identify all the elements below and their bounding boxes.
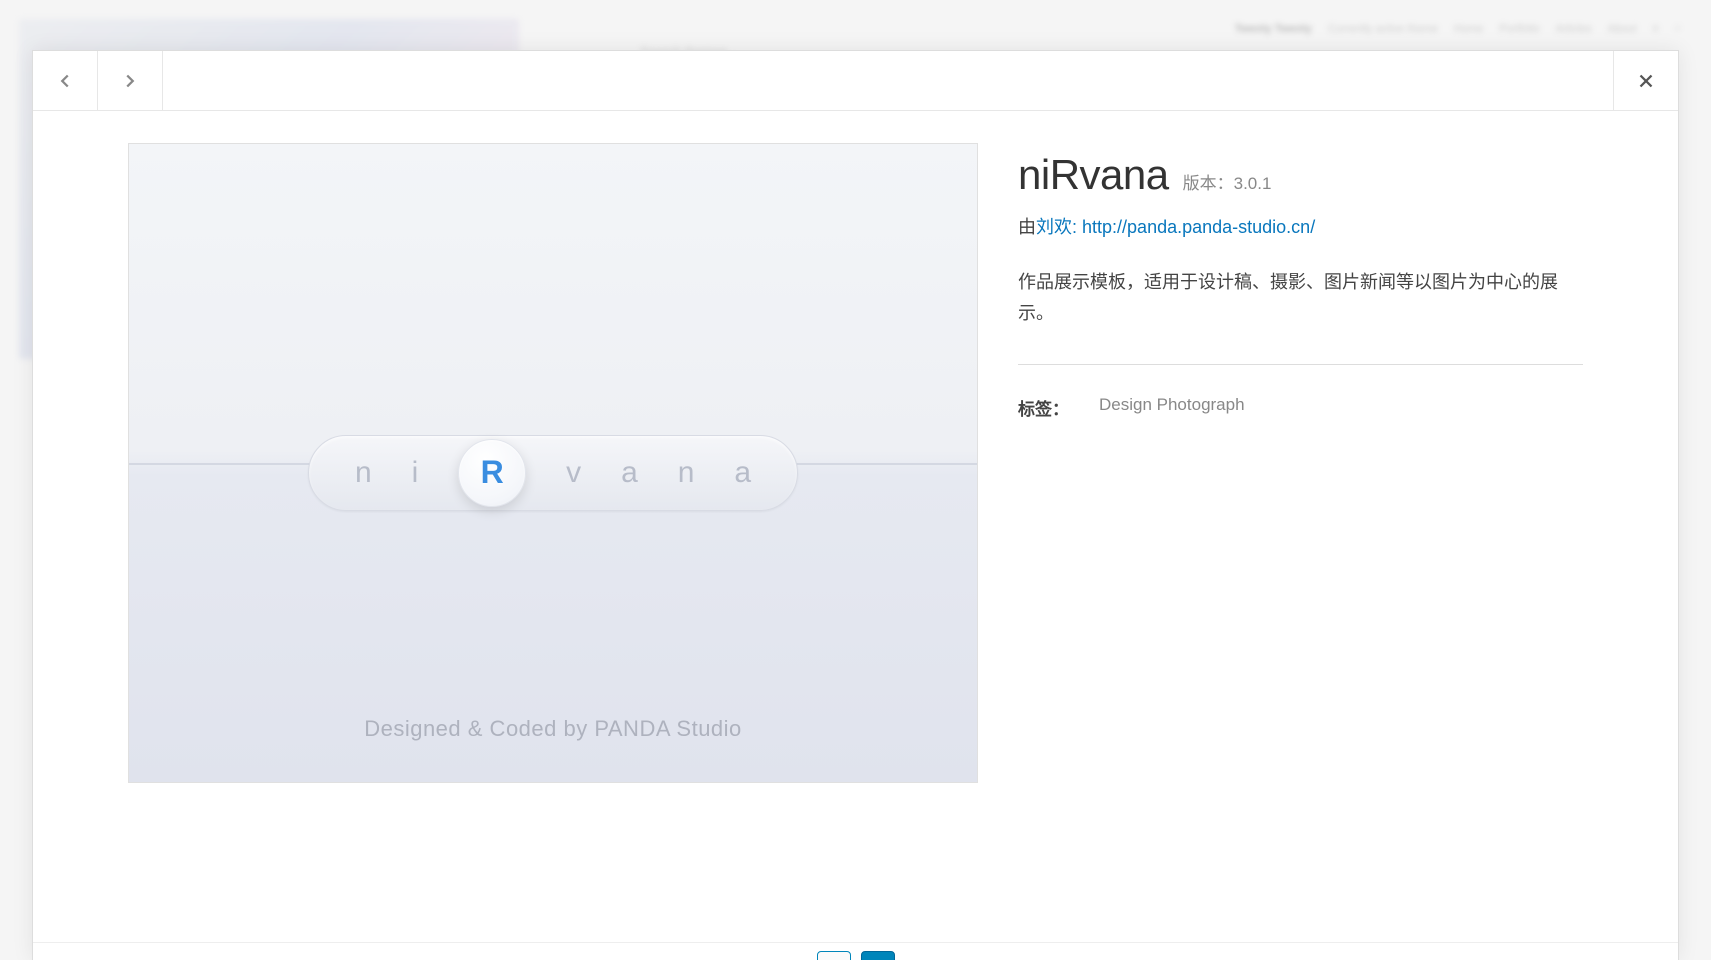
logo-letter: v xyxy=(566,456,581,490)
theme-description: 作品展示模板，适用于设计稿、摄影、图片新闻等以图片为中心的展示。 xyxy=(1018,267,1583,328)
modal-body: n i R v a n a Designed & Coded by PANDA … xyxy=(33,111,1678,942)
footer-primary-button[interactable] xyxy=(861,951,895,960)
modal-header xyxy=(33,51,1678,111)
logo-letter-highlight: R xyxy=(481,454,504,491)
close-button[interactable] xyxy=(1613,51,1678,110)
theme-details-panel: niRvana 版本：3.0.1 由刘欢: http://panda.panda… xyxy=(1018,143,1583,922)
logo-letter: n xyxy=(678,456,695,490)
theme-name: niRvana xyxy=(1018,151,1169,199)
by-prefix: 由 xyxy=(1018,217,1036,237)
close-icon xyxy=(1635,70,1657,92)
logo-letter: a xyxy=(621,456,638,490)
version-value: 3.0.1 xyxy=(1234,174,1272,193)
prev-theme-button[interactable] xyxy=(33,51,98,110)
logo-letter: i xyxy=(412,456,419,490)
next-theme-button[interactable] xyxy=(98,51,163,110)
author-url-sep: : xyxy=(1072,217,1082,237)
nav-group xyxy=(33,51,163,110)
theme-byline: 由刘欢: http://panda.panda-studio.cn/ xyxy=(1018,213,1583,239)
author-url: http://panda.panda-studio.cn/ xyxy=(1082,217,1315,237)
author-link[interactable]: 刘欢: http://panda.panda-studio.cn/ xyxy=(1036,217,1315,237)
footer-secondary-button[interactable] xyxy=(817,951,851,960)
logo-highlight-circle: R xyxy=(458,439,526,507)
tags-value: Design Photograph xyxy=(1099,395,1245,420)
theme-details-modal: n i R v a n a Designed & Coded by PANDA … xyxy=(32,50,1679,960)
separator xyxy=(1018,364,1583,365)
logo-letter: n xyxy=(355,456,372,490)
preview-credit-text: Designed & Coded by PANDA Studio xyxy=(129,716,977,742)
chevron-left-icon xyxy=(54,70,76,92)
theme-screenshot: n i R v a n a Designed & Coded by PANDA … xyxy=(128,143,978,783)
version-label: 版本： xyxy=(1183,174,1234,193)
theme-logo-pill: n i R v a n a xyxy=(308,435,798,511)
theme-version: 版本：3.0.1 xyxy=(1183,169,1272,194)
author-name: 刘欢 xyxy=(1036,217,1072,237)
modal-footer xyxy=(33,942,1678,960)
tags-label: 标签： xyxy=(1018,395,1069,420)
chevron-right-icon xyxy=(119,70,141,92)
title-row: niRvana 版本：3.0.1 xyxy=(1018,151,1583,199)
tags-row: 标签： Design Photograph xyxy=(1018,395,1583,420)
logo-letter: a xyxy=(734,456,751,490)
